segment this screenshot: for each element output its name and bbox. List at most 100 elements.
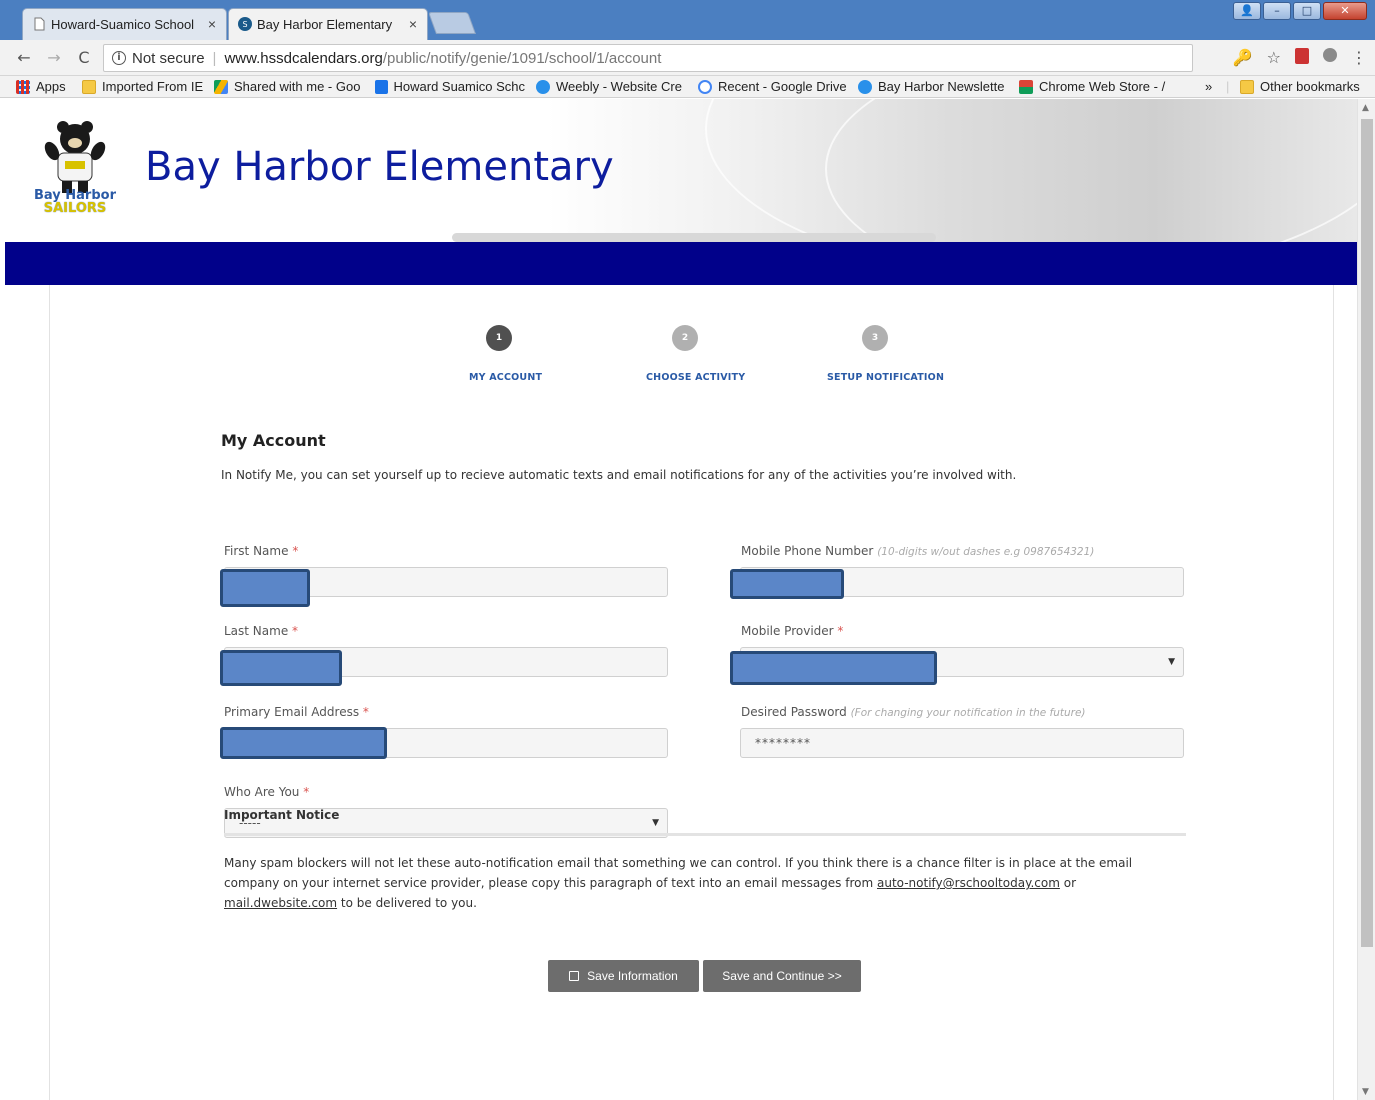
- mail-dwebsite-link[interactable]: mail.dwebsite.com: [224, 896, 337, 910]
- bookmarks-overflow-button[interactable]: »: [1205, 79, 1219, 94]
- google-icon: [698, 79, 712, 94]
- folder-icon: [1240, 79, 1254, 94]
- bookmark-other[interactable]: Other bookmarks: [1240, 79, 1370, 94]
- info-icon[interactable]: i: [112, 51, 126, 65]
- tab-howard-suamico[interactable]: Howard-Suamico School ×: [22, 8, 227, 40]
- logo-line-2: SAILORS: [43, 201, 107, 216]
- stepper-track: [452, 233, 936, 242]
- bookmark-shared-with-me[interactable]: Shared with me - Goo: [214, 79, 362, 94]
- tab-title: Bay Harbor Elementary: [257, 17, 393, 32]
- scroll-down-icon[interactable]: ▼: [1362, 1087, 1369, 1097]
- step-1-label: MY ACCOUNT: [469, 372, 543, 383]
- forward-button[interactable]: →: [44, 48, 64, 68]
- bookmark-label: Imported From IE: [102, 79, 204, 94]
- bookmark-imported-from-ie[interactable]: Imported From IE: [82, 79, 204, 94]
- mobile-phone-label-text: Mobile Phone Number: [741, 544, 874, 558]
- mobile-provider-label: Mobile Provider *: [741, 624, 843, 638]
- key-icon[interactable]: 🔑: [1233, 48, 1253, 67]
- bookmark-label: Apps: [36, 79, 66, 94]
- email-label: Primary Email Address *: [224, 705, 369, 719]
- menu-icon[interactable]: ⋮: [1351, 48, 1367, 67]
- toolbar-actions: 🔑 ☆ ⋮: [1233, 48, 1367, 67]
- notice-text: Many spam blockers will not let these au…: [224, 853, 1184, 913]
- redaction-block: [730, 569, 844, 599]
- required-marker: *: [837, 624, 844, 638]
- folder-icon: [82, 79, 96, 94]
- extension-icon[interactable]: [1323, 48, 1337, 62]
- maximize-button[interactable]: □: [1293, 2, 1321, 20]
- who-are-you-label-text: Who Are You: [224, 785, 300, 799]
- minimize-button[interactable]: –: [1263, 2, 1291, 20]
- logo-text: Bay Harbor SAILORS: [25, 189, 125, 215]
- chevron-down-icon: ▼: [1168, 657, 1175, 667]
- reload-button[interactable]: C: [74, 48, 94, 68]
- redaction-block: [220, 727, 387, 759]
- bookmark-weebly[interactable]: Weebly - Website Cre: [536, 79, 686, 94]
- password-input[interactable]: ********: [740, 728, 1184, 758]
- step-2-label: CHOOSE ACTIVITY: [646, 372, 746, 383]
- new-tab-button[interactable]: [427, 12, 477, 34]
- bookmark-bay-harbor-newsletter[interactable]: Bay Harbor Newslette: [858, 79, 1008, 94]
- password-label-text: Desired Password: [741, 705, 847, 719]
- scroll-up-icon[interactable]: ▲: [1362, 103, 1369, 113]
- required-marker: *: [303, 785, 310, 799]
- star-icon[interactable]: ☆: [1267, 48, 1281, 67]
- bookmark-label: Shared with me - Goo: [234, 79, 361, 94]
- school-favicon-icon: S: [238, 17, 252, 31]
- security-label: Not secure: [132, 49, 205, 67]
- mobile-provider-label-text: Mobile Provider: [741, 624, 834, 638]
- page-title: Bay Harbor Elementary: [145, 144, 614, 190]
- browser-toolbar: ← → C i Not secure | www.hssdcalendars.o…: [0, 40, 1375, 76]
- bookmark-label: Weebly - Website Cre: [556, 79, 682, 94]
- tab-bay-harbor[interactable]: S Bay Harbor Elementary ×: [228, 8, 428, 40]
- save-and-continue-button[interactable]: Save and Continue >>: [703, 960, 861, 992]
- step-1-dot: 1: [486, 325, 512, 351]
- first-name-label: First Name *: [224, 544, 298, 558]
- chrome-store-icon: [1019, 79, 1033, 94]
- user-icon[interactable]: 👤: [1233, 2, 1261, 20]
- step-2-dot: 2: [672, 325, 698, 351]
- form-heading: My Account: [221, 431, 326, 450]
- close-window-button[interactable]: ✕: [1323, 2, 1367, 20]
- bookmark-chrome-web-store[interactable]: Chrome Web Store - /: [1019, 79, 1169, 94]
- back-button[interactable]: ←: [14, 48, 34, 68]
- url-path: /public/notify/genie/1091/school/1/accou…: [382, 49, 662, 67]
- bookmark-howard-suamico[interactable]: Howard Suamico Schc: [375, 79, 525, 94]
- tab-strip: Howard-Suamico School × S Bay Harbor Ele…: [0, 0, 1375, 40]
- email-label-text: Primary Email Address: [224, 705, 360, 719]
- required-marker: *: [292, 544, 299, 558]
- page-viewport: Bay Harbor SAILORS Bay Harbor Elementary: [0, 99, 1357, 1100]
- notice-divider: [224, 833, 1186, 836]
- bookmark-label: Recent - Google Drive: [718, 79, 847, 94]
- chevron-down-icon: ▼: [652, 818, 659, 828]
- bookmarks-bar: Apps Imported From IE Shared with me - G…: [0, 76, 1375, 98]
- required-marker: *: [292, 624, 299, 638]
- scrollbar-thumb[interactable]: [1361, 119, 1373, 947]
- address-bar[interactable]: i Not secure | www.hssdcalendars.org/pub…: [103, 44, 1193, 72]
- page-scrollbar[interactable]: ▲ ▼: [1357, 99, 1375, 1100]
- notice-heading: Important Notice: [224, 808, 340, 822]
- save-information-button[interactable]: Save Information: [548, 960, 699, 992]
- url-host: www.hssdcalendars.org: [224, 49, 383, 67]
- bookmark-apps[interactable]: Apps: [16, 79, 76, 94]
- mobile-phone-hint: (10-digits w/out dashes e.g 0987654321): [877, 546, 1095, 558]
- step-3-dot: 3: [862, 325, 888, 351]
- bookmark-recent-drive[interactable]: Recent - Google Drive: [698, 79, 848, 94]
- bookmark-label: Chrome Web Store - /: [1039, 79, 1166, 94]
- save-button-label: Save Information: [587, 969, 678, 983]
- apps-grid-icon: [16, 79, 30, 94]
- notice-text-part-3: to be delivered to you.: [337, 896, 477, 910]
- tab-title: Howard-Suamico School: [51, 17, 195, 32]
- required-marker: *: [362, 705, 369, 719]
- who-are-you-label: Who Are You *: [224, 785, 309, 799]
- last-name-label: Last Name *: [224, 624, 298, 638]
- close-icon[interactable]: ×: [409, 16, 417, 32]
- svg-text:S: S: [242, 20, 247, 29]
- bookmark-extension-icon[interactable]: [1295, 48, 1309, 64]
- page-icon: [34, 17, 45, 31]
- close-icon[interactable]: ×: [208, 16, 216, 32]
- auto-notify-email-link[interactable]: auto-notify@rschooltoday.com: [877, 876, 1060, 890]
- mobile-phone-label: Mobile Phone Number (10-digits w/out das…: [741, 544, 1094, 558]
- weebly-icon: [536, 79, 550, 94]
- first-name-label-text: First Name: [224, 544, 289, 558]
